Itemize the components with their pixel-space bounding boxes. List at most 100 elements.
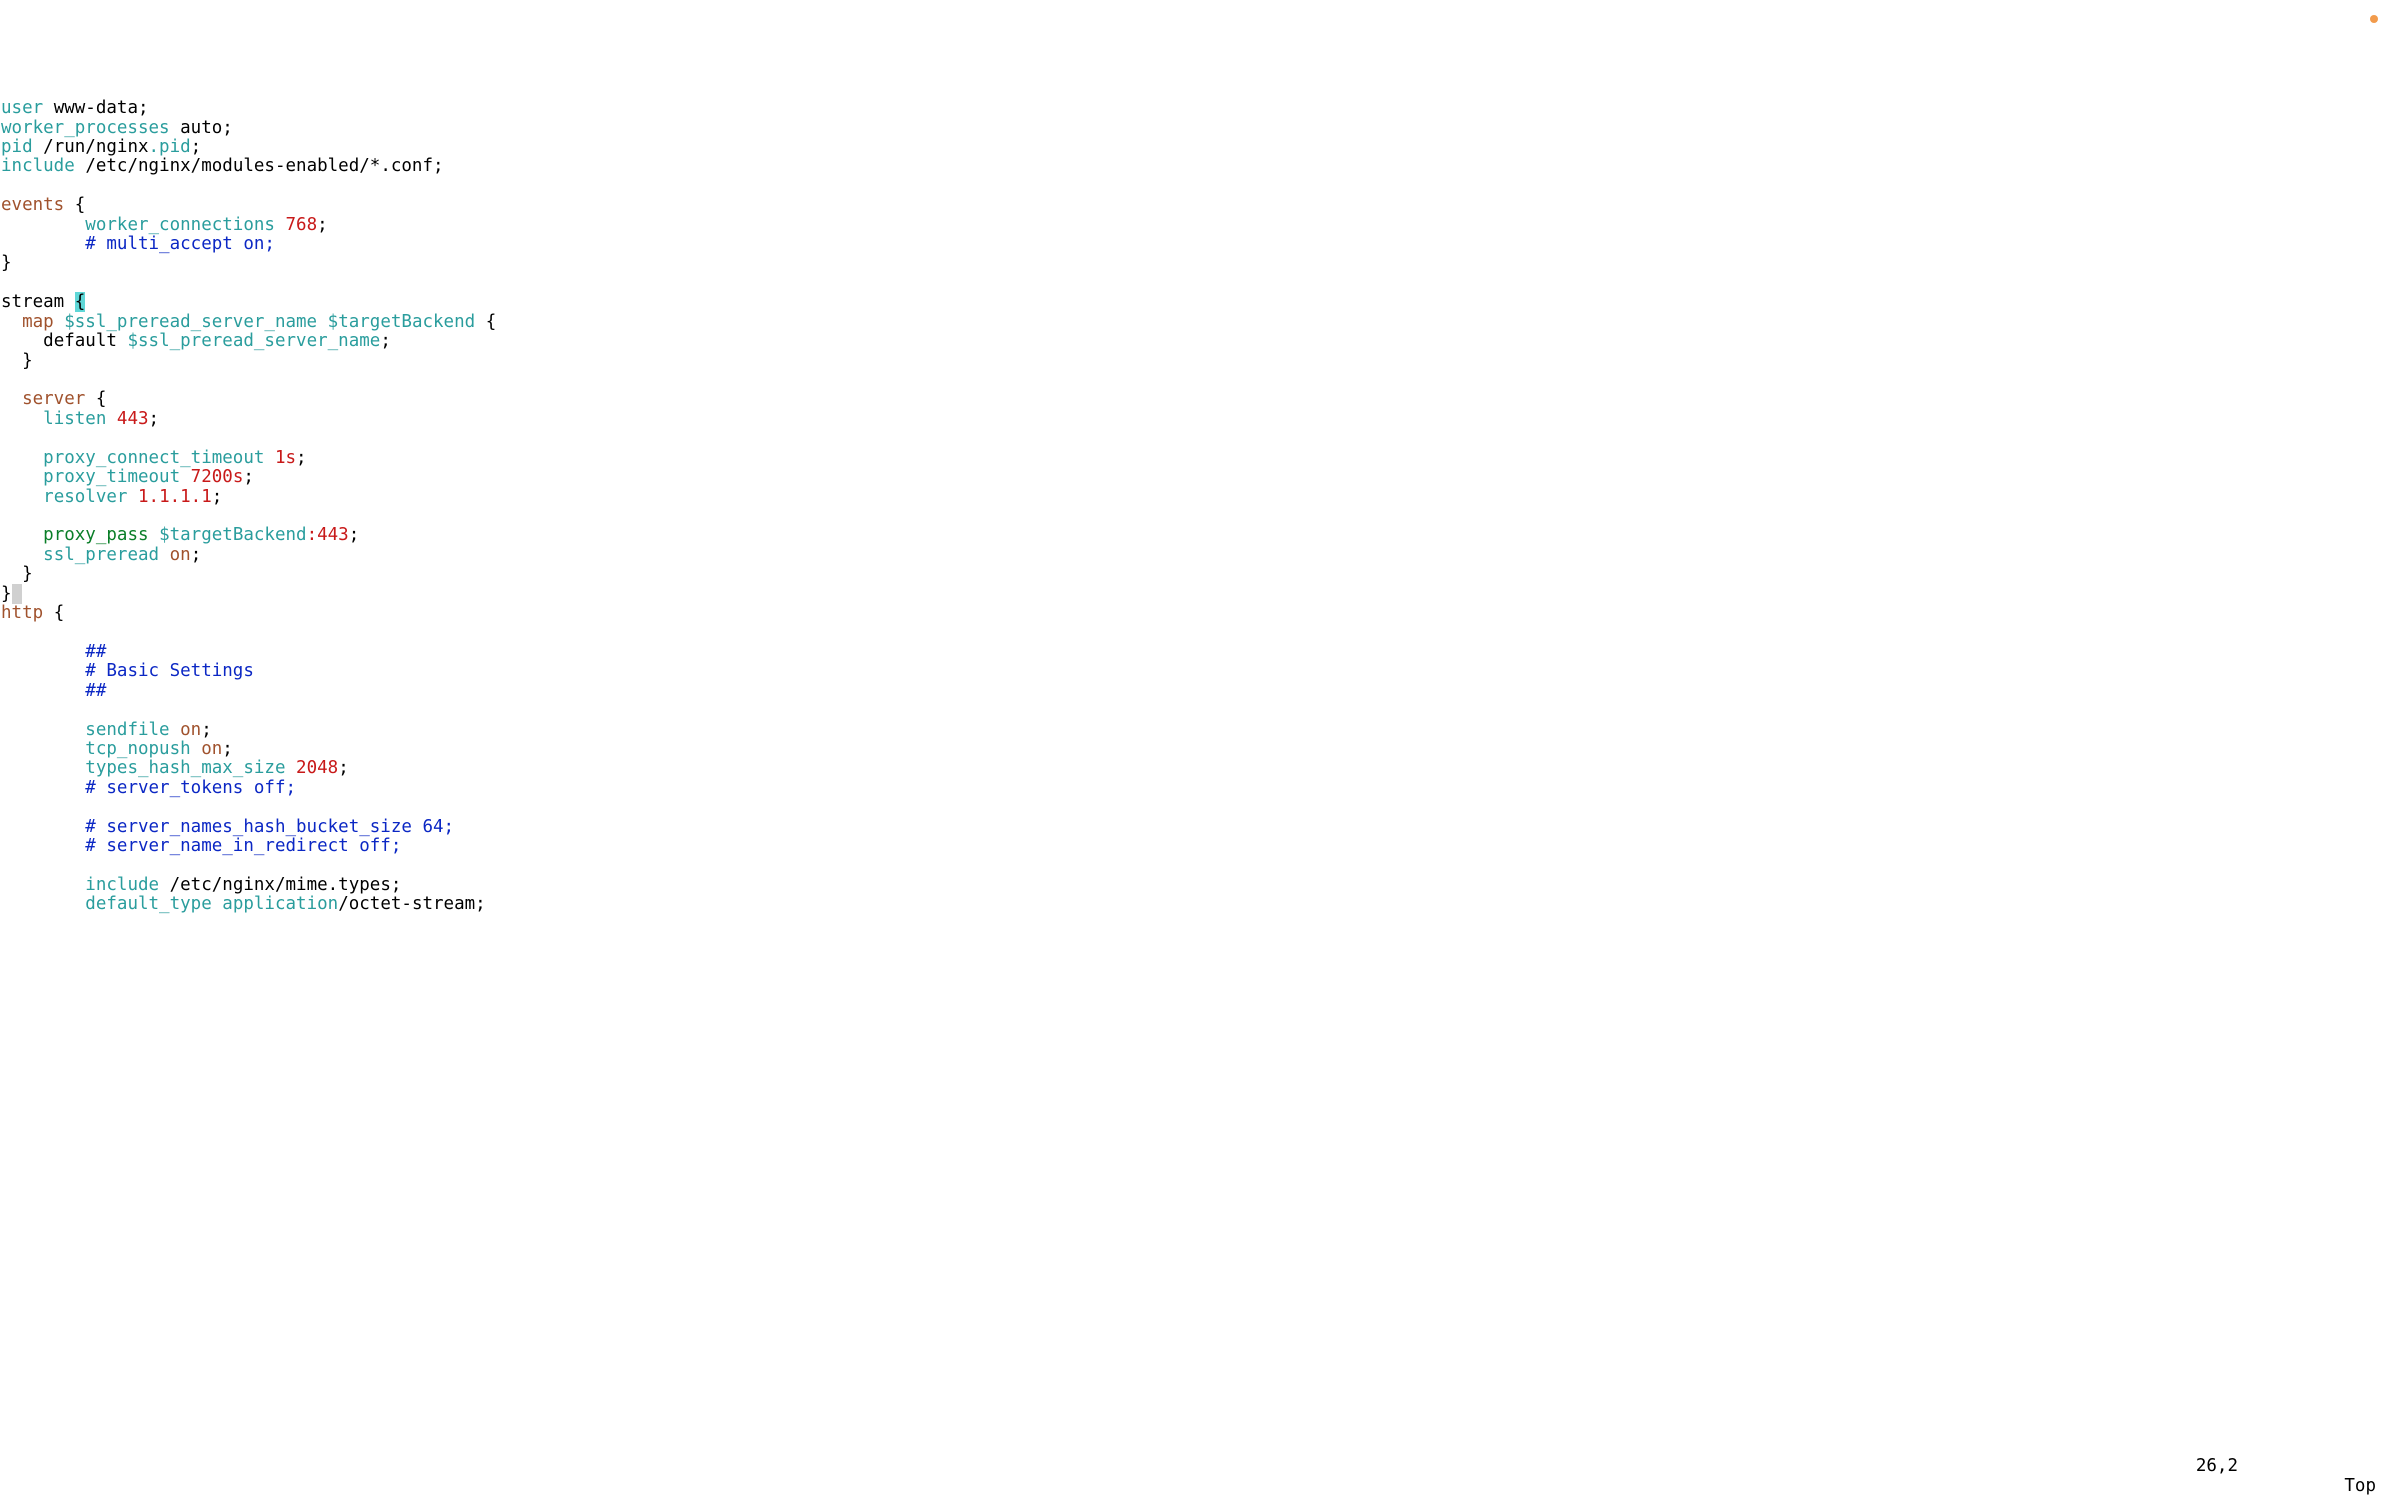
value: on [201, 739, 222, 759]
directive: proxy_connect_timeout [43, 448, 264, 468]
text [127, 487, 138, 507]
scroll-position: Top [2344, 1477, 2376, 1496]
variable: $ssl_preread_server_name [127, 331, 380, 351]
brace: } [22, 564, 33, 584]
indent [1, 215, 85, 235]
directive: types_hash_max_size [85, 758, 285, 778]
indent [1, 642, 85, 662]
indent [1, 234, 85, 254]
directive: include [85, 875, 159, 895]
text [170, 118, 181, 138]
blank-line [1, 370, 12, 390]
text [159, 545, 170, 565]
indent [1, 409, 43, 429]
indent [1, 720, 85, 740]
variable: $targetBackend [159, 525, 307, 545]
directive: include [1, 156, 75, 176]
indent [1, 836, 85, 856]
indent [1, 545, 43, 565]
text [275, 215, 286, 235]
semi: ; [212, 487, 223, 507]
brace: { [475, 312, 496, 332]
directive: ssl_preread [43, 545, 159, 565]
text [180, 467, 191, 487]
number: 768 [286, 215, 318, 235]
indent [1, 331, 43, 351]
semi: ; [201, 720, 212, 740]
indent [1, 487, 43, 507]
brace: { [85, 389, 106, 409]
indent [1, 758, 85, 778]
brace-cursor: } [1, 584, 12, 604]
text [170, 720, 181, 740]
indent [1, 351, 22, 371]
block: server [22, 389, 85, 409]
directive: user [1, 98, 43, 118]
directive: proxy_timeout [43, 467, 180, 487]
semi: ; [317, 215, 328, 235]
value: www-data [54, 98, 138, 118]
semi: ; [475, 894, 486, 914]
text [75, 156, 86, 176]
text [212, 894, 223, 914]
text [33, 137, 44, 157]
indent [1, 312, 22, 332]
text: default [43, 331, 117, 351]
text [64, 292, 75, 312]
block: events [1, 195, 64, 215]
variable: $targetBackend [328, 312, 476, 332]
path: /etc/nginx/mime.types [170, 875, 391, 895]
directive: listen [43, 409, 106, 429]
block: http [1, 603, 43, 623]
directive: tcp_nopush [85, 739, 190, 759]
blank-line [1, 176, 12, 196]
text [106, 409, 117, 429]
directive: sendfile [85, 720, 169, 740]
text: stream [1, 292, 64, 312]
blank-line [1, 428, 12, 448]
semi: ; [349, 525, 360, 545]
indicator-dot-icon [2370, 15, 2378, 23]
value: auto [180, 118, 222, 138]
value: 1s [275, 448, 296, 468]
path: /etc/nginx/modules-enabled/*.conf [85, 156, 433, 176]
indent [1, 778, 85, 798]
blank-line [1, 700, 12, 720]
status-bar: 26,2 Top [0, 1438, 2398, 1496]
value: on [180, 720, 201, 740]
brace-match: { [75, 292, 86, 312]
comment: ## [85, 681, 106, 701]
directive: worker_processes [1, 118, 170, 138]
port: :443 [307, 525, 349, 545]
indent [1, 661, 85, 681]
brace: } [22, 351, 33, 371]
text [159, 875, 170, 895]
semi: ; [380, 331, 391, 351]
text [54, 312, 65, 332]
editor-viewport[interactable]: user www-data; worker_processes auto; pi… [0, 78, 2398, 915]
blank-line [1, 506, 12, 526]
value: application [222, 894, 338, 914]
comment: # server_tokens off; [85, 778, 296, 798]
semi: ; [338, 758, 349, 778]
semi: ; [222, 118, 233, 138]
indent [1, 739, 85, 759]
directive: resolver [43, 487, 127, 507]
blank-line [1, 797, 12, 817]
indent [1, 894, 85, 914]
variable: $ssl_preread_server_name [64, 312, 317, 332]
comment: # multi_accept on; [85, 234, 275, 254]
text [191, 739, 202, 759]
ext: .pid [149, 137, 191, 157]
indent [1, 564, 22, 584]
number: 443 [117, 409, 149, 429]
comment: # Basic Settings [85, 661, 254, 681]
cursor-position: 26,2 [2196, 1457, 2238, 1476]
directive: worker_connections [85, 215, 275, 235]
comment: # server_names_hash_bucket_size 64; [85, 817, 454, 837]
comment: # server_name_in_redirect off; [85, 836, 401, 856]
directive: default_type [85, 894, 211, 914]
semi: ; [191, 137, 202, 157]
text [149, 525, 160, 545]
block: map [22, 312, 54, 332]
